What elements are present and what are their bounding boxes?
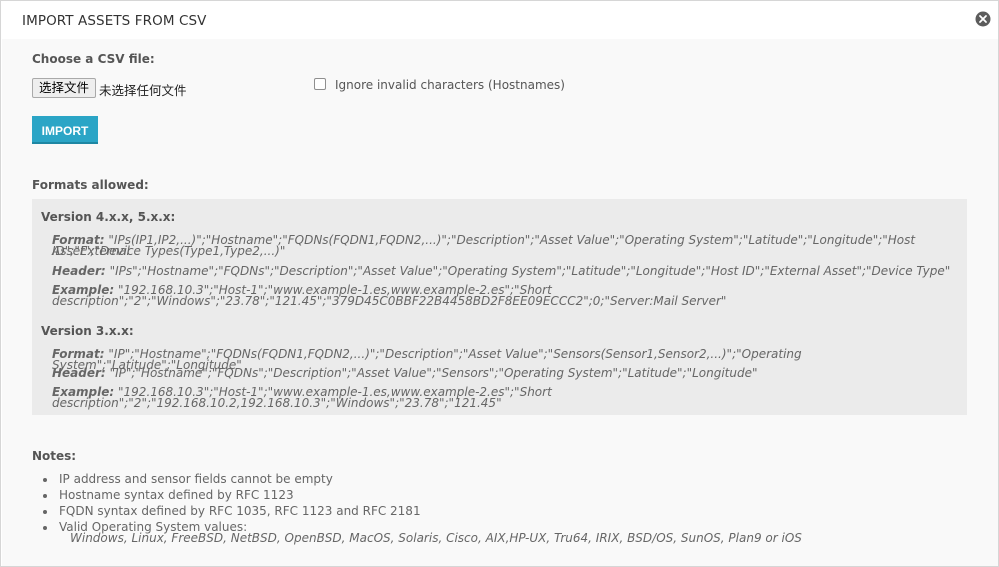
v3-header-line: Header: "IP";"Hostname";"FQDNs";"Descrip… bbox=[52, 366, 952, 380]
v3-header-value: "IP";"Hostname";"FQDNs";"Description";"A… bbox=[109, 366, 758, 380]
v4-header-line: Header: "IPs";"Hostname";"FQDNs";"Descri… bbox=[52, 264, 952, 278]
choose-file-label: Choose a CSV file: bbox=[32, 52, 155, 66]
list-item: Hostname syntax defined by RFC 1123 bbox=[42, 487, 421, 503]
version-3-heading: Version 3.x.x: bbox=[41, 324, 134, 338]
v4-header-key: Header: bbox=[52, 264, 106, 278]
list-item: IP address and sensor fields cannot be e… bbox=[42, 471, 421, 487]
choose-file-button[interactable]: 选择文件 bbox=[32, 78, 97, 98]
v4-format-value-2: Asset";"Device Types(Type1,Type2,...)" bbox=[52, 244, 286, 258]
formats-label: Formats allowed: bbox=[32, 178, 149, 192]
v4-header-value: "IPs";"Hostname";"FQDNs";"Description";"… bbox=[109, 264, 951, 278]
dialog-title: IMPORT ASSETS FROM CSV bbox=[22, 13, 207, 29]
ignore-invalid-checkbox[interactable] bbox=[314, 78, 326, 90]
file-status-text: 未选择任何文件 bbox=[99, 83, 187, 98]
v4-example-line-2: description";"2";"Windows";"23.78";"121.… bbox=[52, 294, 952, 308]
notes-label: Notes: bbox=[32, 449, 77, 463]
version-4-heading: Version 4.x.x, 5.x.x: bbox=[41, 210, 176, 224]
ignore-invalid-label[interactable]: Ignore invalid characters (Hostnames) bbox=[335, 78, 565, 92]
os-values-text: Windows, Linux, FreeBSD, NetBSD, OpenBSD… bbox=[70, 531, 802, 545]
v4-example-value-2: description";"2";"Windows";"23.78";"121.… bbox=[52, 294, 727, 308]
v3-example-value: "192.168.10.3";"Host-1";"www.example-1.e… bbox=[52, 385, 552, 410]
v4-format-line-2: Asset";"Device Types(Type1,Type2,...)" bbox=[52, 244, 952, 258]
v3-header-key: Header: bbox=[52, 366, 106, 380]
list-item: FQDN syntax defined by RFC 1035, RFC 112… bbox=[42, 503, 421, 519]
dialog-titlebar: IMPORT ASSETS FROM CSV bbox=[1, 1, 998, 39]
close-icon[interactable] bbox=[974, 10, 992, 28]
import-dialog: IMPORT ASSETS FROM CSV Choose a CSV file… bbox=[0, 0, 999, 567]
v3-example-line: Example: "192.168.10.3";"Host-1";"www.ex… bbox=[52, 385, 952, 410]
import-button[interactable]: IMPORT bbox=[32, 116, 98, 144]
formats-panel: Version 4.x.x, 5.x.x: Format: "IPs(IP1,I… bbox=[32, 199, 967, 415]
notes-list: IP address and sensor fields cannot be e… bbox=[42, 471, 421, 535]
